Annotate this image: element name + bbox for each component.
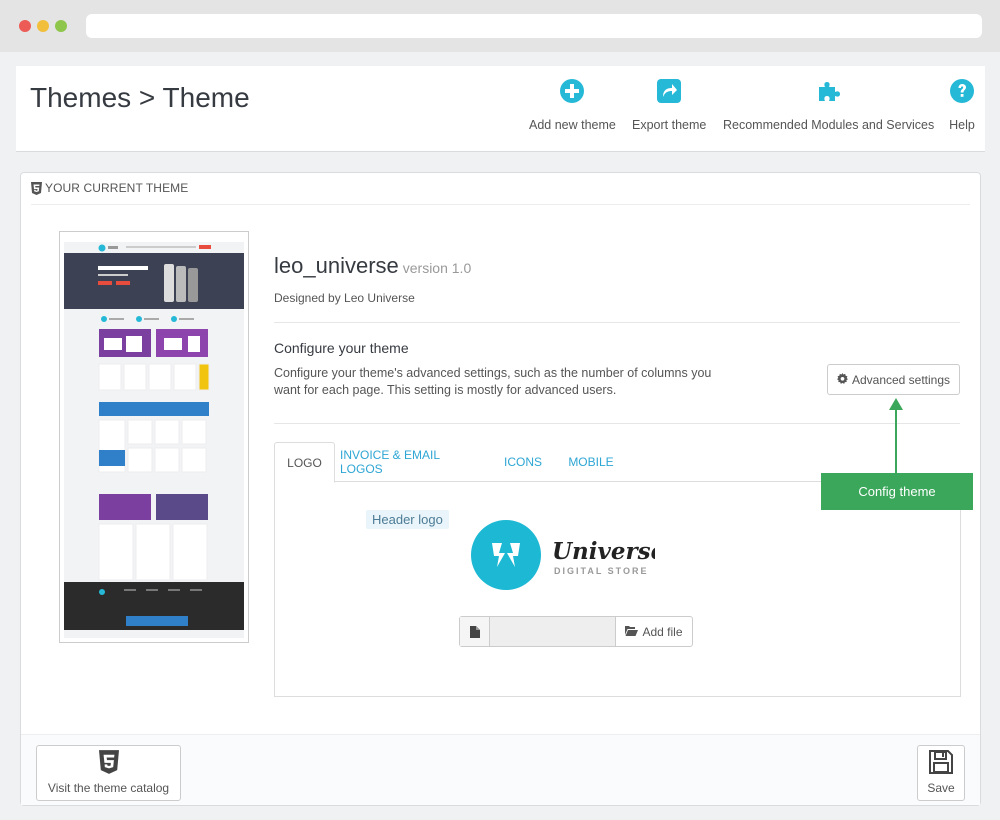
help-label: Help	[949, 118, 975, 132]
export-theme-button[interactable]: Export theme	[632, 78, 706, 140]
logo-name-text: Universe	[552, 538, 655, 565]
tab-mobile[interactable]: MOBILE	[559, 442, 623, 482]
panel-heading: YOUR CURRENT THEME	[31, 181, 970, 205]
page-title: Themes > Theme	[30, 82, 250, 113]
visit-theme-catalog-button[interactable]: Visit the theme catalog	[36, 745, 181, 801]
page: Themes > Theme Add new theme Export them…	[0, 52, 1000, 820]
export-theme-label: Export theme	[632, 118, 707, 132]
add-new-theme-label: Add new theme	[529, 118, 616, 132]
panel-heading-text: YOUR CURRENT THEME	[45, 181, 189, 195]
tab-icons[interactable]: ICONS	[492, 442, 554, 482]
browser-chrome	[0, 0, 1000, 52]
header-logo-label: Header logo	[366, 510, 449, 529]
save-label: Save	[927, 781, 955, 795]
advanced-settings-label: Advanced settings	[851, 372, 951, 387]
theme-preview-thumbnail	[59, 231, 249, 643]
visit-theme-catalog-label: Visit the theme catalog	[47, 781, 170, 795]
address-bar[interactable]	[86, 14, 982, 38]
file-icon	[460, 617, 490, 646]
question-circle-icon	[949, 78, 975, 104]
theme-name-line: leo_universe version 1.0	[274, 253, 471, 279]
tab-content-logo: Header logo Universe DIGITAL STORE Add f…	[274, 482, 961, 697]
close-window-dot[interactable]	[19, 20, 31, 32]
tab-logo[interactable]: LOGO	[274, 442, 335, 483]
page-header: Themes > Theme Add new theme Export them…	[16, 66, 985, 152]
puzzle-icon	[816, 78, 842, 104]
save-button[interactable]: Save	[917, 745, 965, 801]
share-icon	[656, 78, 682, 104]
plus-circle-icon	[559, 78, 585, 104]
html5-icon	[98, 750, 119, 777]
minimize-window-dot[interactable]	[37, 20, 49, 32]
maximize-window-dot[interactable]	[55, 20, 67, 32]
theme-designer: Designed by Leo Universe	[274, 291, 415, 305]
advanced-settings-button[interactable]: Advanced settings	[827, 364, 960, 395]
header-logo-image: Universe DIGITAL STORE	[470, 519, 665, 596]
folder-open-icon	[625, 625, 639, 639]
theme-name: leo_universe	[274, 253, 399, 278]
add-new-theme-button[interactable]: Add new theme	[529, 78, 616, 140]
recommended-modules-button[interactable]: Recommended Modules and Services	[723, 78, 934, 140]
arrow-up-icon	[889, 398, 903, 474]
logo-file-upload: Add file	[459, 616, 693, 647]
divider	[274, 423, 960, 424]
theme-version: version 1.0	[402, 260, 472, 276]
recommended-modules-label: Recommended Modules and Services	[723, 118, 935, 132]
config-theme-callout: Config theme	[821, 473, 973, 510]
add-file-label: Add file	[642, 624, 683, 639]
add-file-button[interactable]: Add file	[616, 617, 692, 646]
configure-title: Configure your theme	[274, 340, 409, 356]
gear-icon	[836, 372, 848, 387]
help-button[interactable]: Help	[949, 78, 975, 140]
tab-invoice-email-logos[interactable]: INVOICE & EMAIL LOGOS	[340, 442, 484, 482]
file-name-input[interactable]	[490, 617, 616, 646]
html5-icon	[31, 182, 42, 200]
panel-footer: Visit the theme catalog Save	[21, 734, 980, 805]
logo-tagline-text: DIGITAL STORE	[554, 566, 649, 576]
configure-description: Configure your theme's advanced settings…	[274, 366, 712, 397]
floppy-disk-icon	[929, 750, 953, 777]
divider	[274, 322, 960, 323]
